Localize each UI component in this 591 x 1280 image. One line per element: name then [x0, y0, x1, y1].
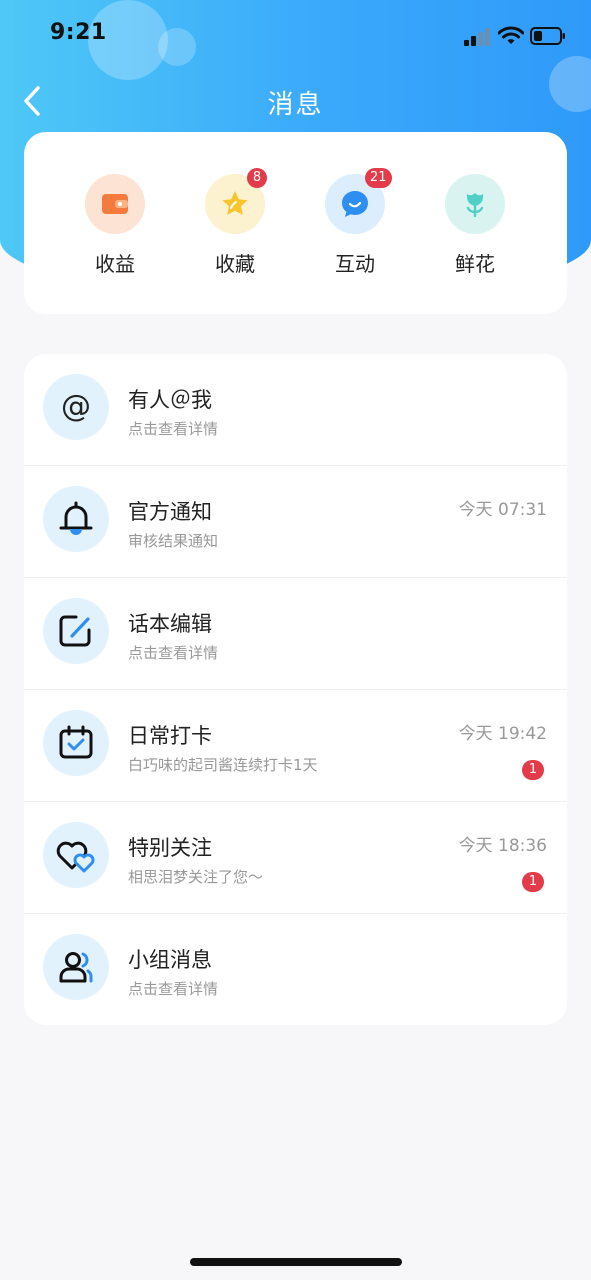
edit-icon	[59, 615, 91, 647]
message-title: 话本编辑	[128, 612, 212, 636]
message-title: 小组消息	[128, 948, 212, 972]
message-title: 特别关注	[128, 836, 212, 860]
message-title: 官方通知	[128, 500, 212, 524]
status-time: 9:21	[50, 20, 107, 45]
page-title: 消息	[267, 90, 324, 120]
quick-actions-card: 收益 8 收藏 21 互动 鲜花	[24, 132, 567, 314]
wallet-icon-circle	[85, 174, 145, 234]
message-row-official[interactable]: 官方通知 审核结果通知 今天 07:31	[24, 466, 567, 578]
bell-icon	[59, 501, 93, 535]
message-row-following[interactable]: 特别关注 相思泪梦关注了您～ 今天 18:36 1	[24, 802, 567, 914]
battery-icon	[530, 27, 565, 45]
flower-icon	[466, 193, 484, 218]
calendar-icon-circle	[43, 710, 109, 776]
svg-text:@: @	[61, 389, 91, 424]
star-icon	[222, 191, 248, 215]
message-time: 今天 19:42	[458, 724, 547, 744]
message-row-group[interactable]: 小组消息 点击查看详情	[24, 914, 567, 1025]
at-icon: @	[61, 389, 91, 424]
message-row-mentions[interactable]: @ 有人＠我 点击查看详情	[24, 354, 567, 466]
message-subtitle: 相思泪梦关注了您～	[128, 868, 264, 886]
interactions-badge: 21	[365, 168, 392, 188]
signal-icon	[464, 28, 490, 46]
message-subtitle: 点击查看详情	[128, 420, 219, 438]
wifi-icon	[498, 26, 524, 44]
group-icon-circle	[43, 934, 109, 1000]
flowers-button[interactable]: 鲜花	[430, 174, 520, 277]
message-title: 有人＠我	[128, 388, 212, 412]
favorites-button[interactable]: 8 收藏	[190, 168, 280, 277]
message-time: 今天 07:31	[458, 500, 547, 520]
star-icon-circle: 8	[205, 168, 267, 234]
message-subtitle: 白巧味的起司酱连续打卡1天	[128, 756, 318, 774]
flower-icon-circle	[445, 174, 505, 234]
message-row-editor[interactable]: 话本编辑 点击查看详情	[24, 578, 567, 690]
bell-icon-circle	[43, 486, 109, 552]
interactions-button[interactable]: 21 互动	[310, 168, 400, 277]
earnings-label: 收益	[95, 252, 135, 276]
message-list: @ 有人＠我 点击查看详情 官方通知 审核结果通知 今天 07:31 话本编辑 …	[24, 354, 567, 1025]
mention-icon-circle: @	[43, 374, 109, 440]
message-title: 日常打卡	[128, 724, 212, 748]
interactions-label: 互动	[335, 252, 375, 276]
chat-bubble-icon	[342, 191, 368, 217]
home-indicator	[190, 1258, 402, 1266]
hearts-icon	[56, 841, 95, 873]
wallet-icon	[102, 194, 128, 214]
message-subtitle: 点击查看详情	[128, 644, 219, 662]
edit-icon-circle	[43, 598, 109, 664]
chat-icon-circle: 21	[325, 168, 392, 234]
unread-badge: 1	[522, 760, 544, 780]
hearts-icon-circle	[43, 822, 109, 888]
nav-bar: 消息	[0, 78, 591, 124]
message-subtitle: 审核结果通知	[128, 532, 219, 550]
message-time: 今天 18:36	[458, 836, 547, 856]
message-row-checkin[interactable]: 日常打卡 白巧味的起司酱连续打卡1天 今天 19:42 1	[24, 690, 567, 802]
status-bar: 9:21	[0, 0, 591, 70]
message-subtitle: 点击查看详情	[128, 980, 219, 998]
flowers-label: 鲜花	[455, 252, 495, 276]
calendar-check-icon	[59, 725, 93, 759]
favorites-label: 收藏	[215, 252, 255, 276]
favorites-badge: 8	[247, 168, 267, 188]
earnings-button[interactable]: 收益	[70, 174, 160, 277]
unread-badge: 1	[522, 872, 544, 892]
group-icon	[59, 952, 93, 983]
